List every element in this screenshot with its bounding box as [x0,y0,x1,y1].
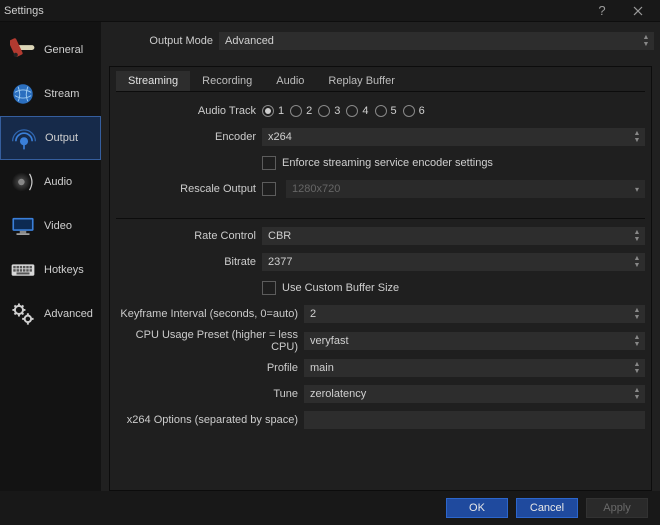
rate-control-label: Rate Control [116,230,256,242]
updown-icon: ▲▼ [632,385,642,403]
audio-track-6[interactable]: 6 [403,105,425,117]
stream-icon [10,81,36,107]
sidebar-item-label: General [44,44,83,56]
encoder-label: Encoder [116,131,256,143]
window-title: Settings [4,5,584,17]
sidebar-item-label: Advanced [44,308,93,320]
sidebar-item-video[interactable]: Video [0,204,101,248]
rate-control-select[interactable]: CBR▲▼ [262,227,645,245]
audio-icon [10,169,36,195]
close-icon [633,6,643,16]
sidebar-item-label: Output [45,132,78,144]
cpu-preset-select[interactable]: veryfast▲▼ [304,332,645,350]
x264opts-input[interactable] [304,411,645,429]
sidebar: General Stream Output [0,22,101,491]
sidebar-item-hotkeys[interactable]: Hotkeys [0,248,101,292]
audio-track-group: 1 2 3 4 5 6 [262,105,645,117]
output-inner-panel: Streaming Recording Audio Replay Buffer … [109,66,652,491]
close-button[interactable] [620,0,656,22]
output-mode-select[interactable]: Advanced ▲▼ [219,32,654,50]
profile-select[interactable]: main▲▼ [304,359,645,377]
audio-track-2[interactable]: 2 [290,105,312,117]
profile-label: Profile [116,362,298,374]
radio-icon [262,105,274,117]
radio-icon [403,105,415,117]
tune-select[interactable]: zerolatency▲▼ [304,385,645,403]
sidebar-item-label: Audio [44,176,72,188]
enforce-checkbox[interactable] [262,156,276,170]
updown-icon: ▲▼ [632,305,642,323]
tab-recording[interactable]: Recording [190,71,264,91]
main-panel: Output Mode Advanced ▲▼ Streaming Record… [101,22,660,491]
bitrate-input[interactable]: 2377▲▼ [262,253,645,271]
radio-icon [346,105,358,117]
cancel-button[interactable]: Cancel [516,498,578,518]
sidebar-item-general[interactable]: General [0,28,101,72]
sidebar-item-stream[interactable]: Stream [0,72,101,116]
tab-streaming[interactable]: Streaming [116,71,190,91]
rescale-checkbox[interactable] [262,182,276,196]
sidebar-item-output[interactable]: Output [0,116,101,160]
titlebar: Settings ? [0,0,660,22]
output-icon [11,125,37,151]
updown-icon: ▲▼ [632,227,642,245]
updown-icon: ▲▼ [632,253,642,271]
keyframe-input[interactable]: 2▲▼ [304,305,645,323]
updown-icon: ▲▼ [641,32,651,50]
general-icon [10,37,36,63]
help-button[interactable]: ? [584,0,620,22]
output-tabs: Streaming Recording Audio Replay Buffer [116,71,645,92]
encoder-select[interactable]: x264▲▼ [262,128,645,146]
advanced-icon [10,301,36,327]
sidebar-item-audio[interactable]: Audio [0,160,101,204]
bitrate-label: Bitrate [116,256,256,268]
rescale-select: 1280x720▾ [286,180,645,198]
custom-buffer-label: Use Custom Buffer Size [282,282,399,294]
hotkeys-icon [10,257,36,283]
footer: OK Cancel Apply [0,491,660,525]
keyframe-label: Keyframe Interval (seconds, 0=auto) [116,308,298,320]
enforce-label: Enforce streaming service encoder settin… [282,157,493,169]
cpu-preset-label: CPU Usage Preset (higher = less CPU) [116,329,298,353]
sidebar-item-advanced[interactable]: Advanced [0,292,101,336]
sidebar-item-label: Video [44,220,72,232]
apply-button: Apply [586,498,648,518]
updown-icon: ▲▼ [632,128,642,146]
radio-icon [318,105,330,117]
sidebar-item-label: Hotkeys [44,264,84,276]
audio-track-1[interactable]: 1 [262,105,284,117]
ok-button[interactable]: OK [446,498,508,518]
audio-track-5[interactable]: 5 [375,105,397,117]
output-mode-label: Output Mode [107,35,213,47]
audio-track-3[interactable]: 3 [318,105,340,117]
updown-icon: ▲▼ [632,359,642,377]
audio-track-4[interactable]: 4 [346,105,368,117]
custom-buffer-checkbox[interactable] [262,281,276,295]
x264opts-label: x264 Options (separated by space) [116,414,298,426]
sidebar-item-label: Stream [44,88,79,100]
chevron-down-icon: ▾ [632,180,642,198]
audio-track-label: Audio Track [116,105,256,117]
updown-icon: ▲▼ [632,332,642,350]
radio-icon [290,105,302,117]
tab-audio[interactable]: Audio [264,71,316,91]
tab-replay-buffer[interactable]: Replay Buffer [316,71,406,91]
tune-label: Tune [116,388,298,400]
video-icon [10,213,36,239]
radio-icon [375,105,387,117]
rescale-label: Rescale Output [116,183,256,195]
